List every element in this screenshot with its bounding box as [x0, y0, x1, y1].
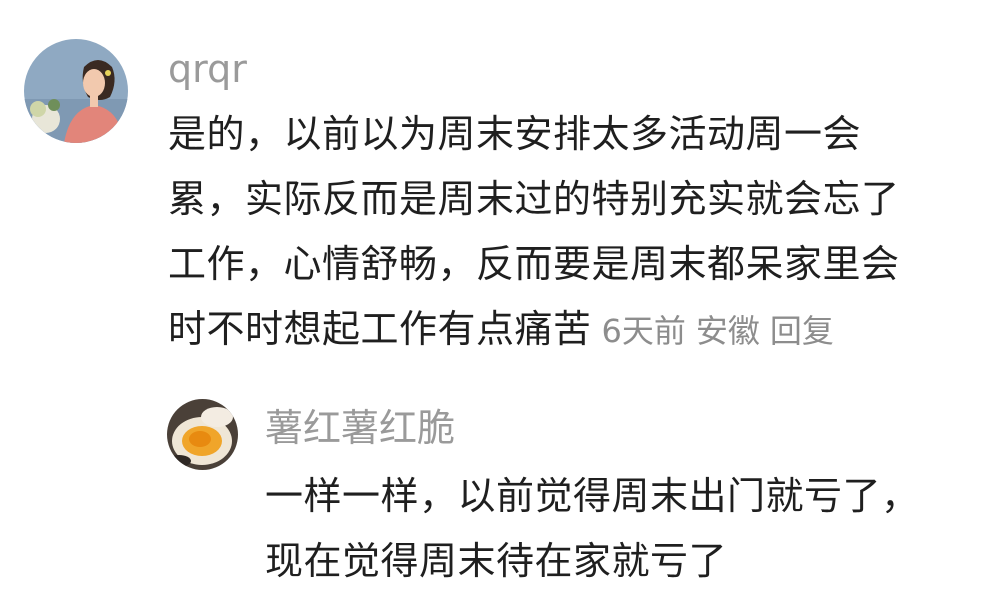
comment-location: 安徽	[695, 312, 760, 350]
comment-line: 工作，心情舒畅，反而要是周末都呆家里会	[168, 242, 900, 286]
reply-line: 现在觉得周末待在家就亏了	[265, 539, 728, 583]
comment-line: 累，实际反而是周末过的特别充实就会忘了	[168, 177, 900, 221]
avatar[interactable]	[24, 39, 128, 143]
avatar-image	[24, 39, 128, 143]
comment-time: 6天前	[601, 312, 686, 350]
avatar[interactable]	[167, 399, 238, 470]
comment-line-text: 时不时想起工作有点痛苦	[168, 307, 592, 351]
comment-line: 是的，以前以为周末安排太多活动周一会	[168, 112, 862, 156]
reply-text: 一样一样，以前觉得周末出门就亏了， 现在觉得周末待在家就亏了	[265, 464, 985, 594]
avatar-image	[167, 399, 238, 470]
username[interactable]: qrqr	[168, 46, 247, 92]
reply-line: 一样一样，以前觉得周末出门就亏了，	[265, 474, 920, 518]
username[interactable]: 薯红薯红脆	[265, 405, 455, 451]
reply-button[interactable]: 回复	[770, 312, 834, 350]
comment-text: 是的，以前以为周末安排太多活动周一会 累，实际反而是周末过的特别充实就会忘了 工…	[168, 102, 978, 364]
comment-meta: 6天前 安徽 回复	[602, 312, 844, 350]
comment-line-last: 时不时想起工作有点痛苦 6天前 安徽 回复	[168, 297, 978, 364]
